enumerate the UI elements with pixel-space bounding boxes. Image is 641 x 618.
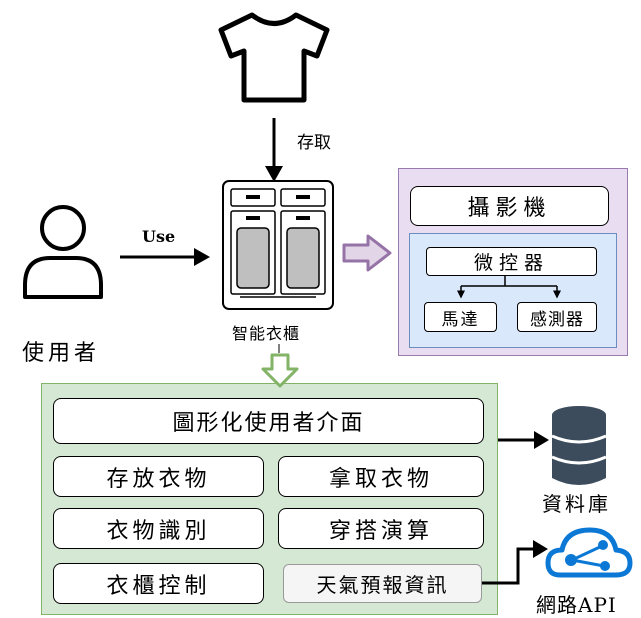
- gui-label: 圖形化使用者介面: [172, 411, 365, 436]
- microcontroller-label: 微控器: [473, 252, 549, 274]
- tshirt-icon: [218, 12, 330, 103]
- network-api-label: 網路API: [536, 593, 617, 617]
- wardrobe-icon: [222, 180, 334, 310]
- network-api-arrow: [482, 540, 548, 585]
- clothes-recognition-label: 衣物識別: [106, 518, 211, 544]
- user-label: 使用者: [22, 341, 101, 366]
- weather-info-box: 天氣預報資訊: [283, 564, 482, 603]
- store-access-arrow: [265, 118, 283, 182]
- store-access-label: 存取: [297, 133, 331, 153]
- motor-label: 馬達: [441, 309, 480, 330]
- wardrobe-control-label: 衣櫃控制: [106, 573, 211, 599]
- sensor-label: 感測器: [530, 309, 584, 330]
- use-arrow: [120, 248, 210, 266]
- controller-branches: [457, 275, 561, 299]
- sensor-box: 感測器: [517, 302, 597, 332]
- use-label: Use: [142, 227, 176, 246]
- cloud-api-icon: [545, 527, 633, 578]
- outfit-algorithm-label: 穿搭演算: [328, 518, 433, 544]
- smart-wardrobe-label: 智能衣櫃: [232, 324, 301, 343]
- weather-info-label: 天氣預報資訊: [316, 573, 449, 597]
- purple-hollow-arrow: [342, 234, 392, 272]
- outfit-algorithm-box: 穿搭演算: [278, 508, 484, 549]
- gui-box: 圖形化使用者介面: [53, 398, 484, 444]
- database-arrow: [498, 431, 549, 449]
- user-icon: [23, 205, 103, 299]
- microcontroller-box: 微控器: [426, 247, 597, 276]
- camera-box: 攝影機: [410, 186, 609, 226]
- take-clothes-label: 拿取衣物: [328, 466, 433, 492]
- wardrobe-control-box: 衣櫃控制: [53, 563, 264, 604]
- take-clothes-box: 拿取衣物: [278, 456, 484, 497]
- database-icon: [551, 406, 607, 485]
- database-label: 資料庫: [542, 492, 611, 516]
- camera-label: 攝影機: [467, 196, 552, 221]
- store-clothes-label: 存放衣物: [106, 466, 211, 492]
- store-clothes-box: 存放衣物: [53, 456, 264, 497]
- green-hollow-arrow: [261, 344, 299, 388]
- system-architecture-diagram: 存取 Use 使用者 智能衣櫃 資料庫 網路API 攝影機 微控器 馬達 感測器…: [0, 0, 641, 618]
- motor-box: 馬達: [424, 302, 497, 332]
- clothes-recognition-box: 衣物識別: [53, 508, 264, 549]
